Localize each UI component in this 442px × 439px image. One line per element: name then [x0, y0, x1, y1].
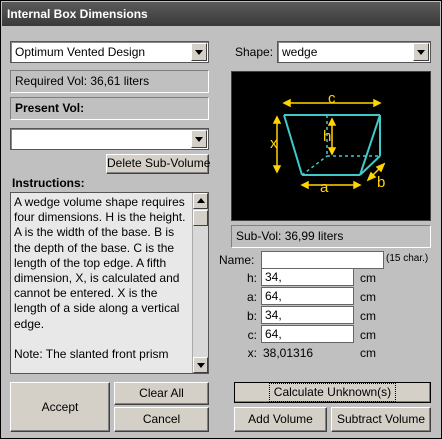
x-value: 38,01316 — [263, 346, 314, 360]
scroll-thumb[interactable] — [193, 210, 208, 226]
wedge-diagram-svg: c h x a b — [270, 90, 386, 196]
name-input[interactable] — [261, 251, 384, 269]
h-input[interactable]: 34, — [261, 268, 354, 286]
b-label: b: — [246, 309, 257, 323]
a-label: a: — [246, 290, 257, 304]
sub-vol-display: Sub-Vol: 36,99 liters — [231, 225, 431, 248]
dim-c-arrow-left — [282, 98, 291, 108]
window-title: Internal Box Dimensions — [2, 2, 440, 26]
add-volume-button[interactable]: Add Volume — [234, 407, 327, 432]
dim-a-arrow-left — [300, 180, 309, 190]
cancel-button[interactable]: Cancel — [114, 407, 209, 432]
dim-h-arrow-bottom — [327, 147, 337, 156]
wedge-diagram: c h x a b — [231, 71, 431, 221]
instructions-textarea[interactable]: A wedge volume shape requires four dimen… — [10, 192, 209, 374]
name-hint: (15 char.) — [386, 253, 429, 264]
a-unit: cm — [360, 290, 376, 304]
calculate-unknowns-button[interactable]: Calculate Unknown(s) — [234, 382, 431, 403]
x-label: x: — [247, 346, 257, 360]
chevron-down-icon[interactable] — [413, 43, 429, 61]
chevron-down-icon[interactable] — [191, 130, 207, 148]
dim-h-arrow-top — [327, 117, 337, 126]
x-unit: cm — [360, 346, 376, 360]
dim-x-arrow-bottom — [272, 165, 282, 174]
delete-subvolume-button[interactable]: Delete Sub-Volume — [106, 154, 210, 174]
shape-select[interactable]: wedge — [277, 41, 431, 63]
instructions-text: A wedge volume shape requires four dimen… — [14, 195, 186, 362]
subtract-volume-button[interactable]: Subtract Volume — [331, 407, 431, 432]
calculate-unknowns-label: Calculate Unknown(s) — [268, 383, 397, 402]
dim-a-label: a — [320, 179, 329, 196]
instructions-label: Instructions: — [12, 176, 85, 190]
present-vol-label: Present Vol: — [10, 97, 209, 120]
internal-box-dimensions-window: Internal Box Dimensions Optimum Vented D… — [0, 0, 442, 439]
dim-a-arrow-right — [353, 180, 362, 190]
h-unit: cm — [360, 271, 376, 285]
dim-x-label: x — [270, 135, 278, 152]
clear-all-button[interactable]: Clear All — [114, 382, 209, 405]
name-label: Name: — [219, 253, 255, 267]
scroll-up-icon[interactable] — [193, 193, 208, 209]
b-input[interactable]: 34, — [261, 306, 354, 324]
wedge-hidden-base — [301, 155, 328, 176]
c-unit: cm — [360, 328, 376, 342]
c-input[interactable]: 64, — [261, 325, 354, 343]
instructions-scrollbar[interactable] — [192, 193, 208, 373]
h-label: h: — [246, 271, 257, 285]
dim-x-arrow-top — [272, 115, 282, 124]
c-label: c: — [247, 328, 257, 342]
shape-label: Shape: — [235, 45, 274, 59]
design-select[interactable]: Optimum Vented Design — [10, 41, 209, 63]
dim-b-label: b — [377, 174, 385, 191]
dim-c-label: c — [328, 90, 336, 107]
chevron-down-icon[interactable] — [191, 43, 207, 61]
a-input[interactable]: 64, — [261, 287, 354, 305]
required-vol-display: Required Vol: 36,61 liters — [10, 70, 209, 93]
b-unit: cm — [360, 309, 376, 323]
accept-button[interactable]: Accept — [10, 382, 110, 432]
dim-c-arrow-right — [373, 98, 382, 108]
wedge-left-edge — [283, 114, 303, 176]
design-select-value: Optimum Vented Design — [15, 45, 146, 59]
scroll-down-icon[interactable] — [193, 357, 208, 373]
shape-select-value: wedge — [282, 45, 318, 59]
subvolume-select[interactable] — [10, 128, 209, 150]
dim-h-label: h — [323, 128, 331, 145]
